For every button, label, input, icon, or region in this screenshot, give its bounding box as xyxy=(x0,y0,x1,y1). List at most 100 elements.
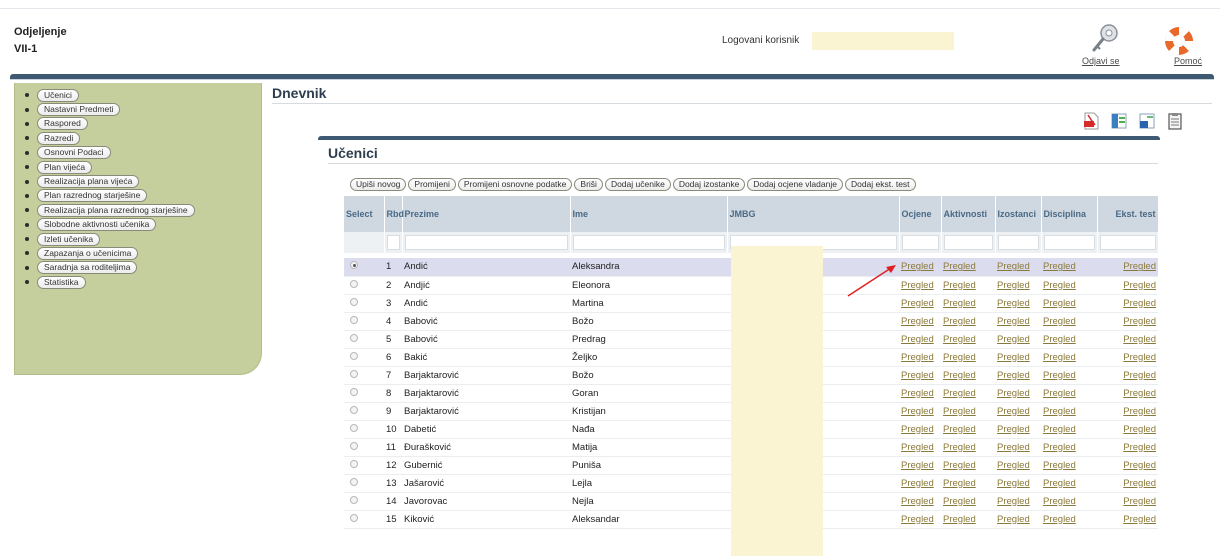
filter-cell[interactable] xyxy=(402,232,571,253)
disciplina-link[interactable]: Pregled xyxy=(1043,460,1076,471)
ocjene-link[interactable]: Pregled xyxy=(901,352,934,363)
ekst-test-link[interactable]: Pregled xyxy=(1123,424,1156,435)
word-icon[interactable] xyxy=(1138,112,1156,130)
toolbar-button[interactable]: Dodaj izostanke xyxy=(672,178,746,191)
ocjene-link[interactable]: Pregled xyxy=(901,514,934,525)
filter-cell[interactable] xyxy=(941,232,996,253)
toolbar-button[interactable]: Promijeni osnovne podatke xyxy=(457,178,573,191)
izostanci-link[interactable]: Pregled xyxy=(997,334,1030,345)
disciplina-link[interactable]: Pregled xyxy=(1043,334,1076,345)
filter-cell[interactable] xyxy=(1041,232,1098,253)
disciplina-link[interactable]: Pregled xyxy=(1043,424,1076,435)
izostanci-link[interactable]: Pregled xyxy=(997,316,1030,327)
column-header[interactable]: Aktivnosti xyxy=(941,196,996,232)
disciplina-link[interactable]: Pregled xyxy=(1043,496,1076,507)
sidebar-item-button[interactable]: Plan vijeća xyxy=(37,160,93,174)
ocjene-link[interactable]: Pregled xyxy=(901,460,934,471)
izostanci-link[interactable]: Pregled xyxy=(997,370,1030,381)
aktivnosti-link[interactable]: Pregled xyxy=(943,352,976,363)
aktivnosti-link[interactable]: Pregled xyxy=(943,514,976,525)
column-header[interactable]: Rbd xyxy=(384,196,404,232)
row-radio[interactable] xyxy=(350,279,358,288)
disciplina-link[interactable]: Pregled xyxy=(1043,370,1076,381)
sidebar-item-button[interactable]: Zapazanja o učenicima xyxy=(37,246,139,260)
toolbar-button[interactable]: Promijeni xyxy=(408,178,456,191)
sidebar-item-button[interactable]: Statistika xyxy=(37,275,86,289)
ekst-test-link[interactable]: Pregled xyxy=(1123,460,1156,471)
sidebar-item-button[interactable]: Slobodne aktivnosti učenika xyxy=(37,218,157,232)
izostanci-link[interactable]: Pregled xyxy=(997,261,1030,272)
toolbar-button[interactable]: Briši xyxy=(574,178,603,191)
izostanci-link[interactable]: Pregled xyxy=(997,478,1030,489)
aktivnosti-link[interactable]: Pregled xyxy=(943,334,976,345)
ekst-test-link[interactable]: Pregled xyxy=(1123,406,1156,417)
ekst-test-link[interactable]: Pregled xyxy=(1123,478,1156,489)
disciplina-link[interactable]: Pregled xyxy=(1043,316,1076,327)
row-radio[interactable] xyxy=(350,333,358,342)
column-header[interactable]: Prezime xyxy=(402,196,571,232)
sidebar-item-button[interactable]: Plan razrednog starješine xyxy=(37,189,148,203)
column-header[interactable]: JMBG xyxy=(727,196,900,232)
disciplina-link[interactable]: Pregled xyxy=(1043,406,1076,417)
row-radio[interactable] xyxy=(350,369,358,378)
ocjene-link[interactable]: Pregled xyxy=(901,478,934,489)
column-header[interactable]: Ocjene xyxy=(899,196,942,232)
column-header[interactable]: Ime xyxy=(570,196,728,232)
row-radio[interactable] xyxy=(350,477,358,486)
pdf-icon[interactable] xyxy=(1082,112,1100,130)
izostanci-link[interactable]: Pregled xyxy=(997,388,1030,399)
disciplina-link[interactable]: Pregled xyxy=(1043,298,1076,309)
key-icon[interactable] xyxy=(1088,22,1122,56)
ocjene-link[interactable]: Pregled xyxy=(901,334,934,345)
filter-cell[interactable] xyxy=(1097,232,1158,253)
aktivnosti-link[interactable]: Pregled xyxy=(943,406,976,417)
izostanci-link[interactable]: Pregled xyxy=(997,406,1030,417)
ocjene-link[interactable]: Pregled xyxy=(901,280,934,291)
izostanci-link[interactable]: Pregled xyxy=(997,514,1030,525)
toolbar-button[interactable]: Dodaj učenike xyxy=(604,178,671,191)
ocjene-link[interactable]: Pregled xyxy=(901,316,934,327)
ekst-test-link[interactable]: Pregled xyxy=(1123,442,1156,453)
sidebar-item-button[interactable]: Razredi xyxy=(37,131,81,145)
izostanci-link[interactable]: Pregled xyxy=(997,298,1030,309)
help-link[interactable]: Pomoć xyxy=(1174,56,1202,66)
ekst-test-link[interactable]: Pregled xyxy=(1123,316,1156,327)
ocjene-link[interactable]: Pregled xyxy=(901,298,934,309)
row-radio[interactable] xyxy=(350,405,358,414)
sidebar-item-button[interactable]: Raspored xyxy=(37,117,88,131)
izostanci-link[interactable]: Pregled xyxy=(997,280,1030,291)
aktivnosti-link[interactable]: Pregled xyxy=(943,298,976,309)
disciplina-link[interactable]: Pregled xyxy=(1043,352,1076,363)
ekst-test-link[interactable]: Pregled xyxy=(1123,496,1156,507)
ekst-test-link[interactable]: Pregled xyxy=(1123,514,1156,525)
ekst-test-link[interactable]: Pregled xyxy=(1123,388,1156,399)
sidebar-item-button[interactable]: Nastavni Predmeti xyxy=(37,103,121,117)
izostanci-link[interactable]: Pregled xyxy=(997,460,1030,471)
column-header[interactable]: Izostanci xyxy=(995,196,1042,232)
row-radio[interactable] xyxy=(350,315,358,324)
row-radio[interactable] xyxy=(350,459,358,468)
filter-cell[interactable] xyxy=(995,232,1042,253)
filter-cell[interactable] xyxy=(899,232,942,253)
ekst-test-link[interactable]: Pregled xyxy=(1123,334,1156,345)
izostanci-link[interactable]: Pregled xyxy=(997,424,1030,435)
row-radio[interactable] xyxy=(350,261,358,270)
ocjene-link[interactable]: Pregled xyxy=(901,388,934,399)
ekst-test-link[interactable]: Pregled xyxy=(1123,298,1156,309)
row-radio[interactable] xyxy=(350,441,358,450)
ekst-test-link[interactable]: Pregled xyxy=(1123,280,1156,291)
row-radio[interactable] xyxy=(350,513,358,522)
row-radio[interactable] xyxy=(350,297,358,306)
disciplina-link[interactable]: Pregled xyxy=(1043,388,1076,399)
excel-icon[interactable] xyxy=(1110,112,1128,130)
aktivnosti-link[interactable]: Pregled xyxy=(943,370,976,381)
disciplina-link[interactable]: Pregled xyxy=(1043,478,1076,489)
toolbar-button[interactable]: Upiši novog xyxy=(350,178,407,191)
aktivnosti-link[interactable]: Pregled xyxy=(943,316,976,327)
ocjene-link[interactable]: Pregled xyxy=(901,424,934,435)
clipboard-icon[interactable] xyxy=(1166,112,1184,130)
filter-cell[interactable] xyxy=(570,232,728,253)
column-header[interactable]: Disciplina xyxy=(1041,196,1098,232)
ocjene-link[interactable]: Pregled xyxy=(901,442,934,453)
aktivnosti-link[interactable]: Pregled xyxy=(943,460,976,471)
